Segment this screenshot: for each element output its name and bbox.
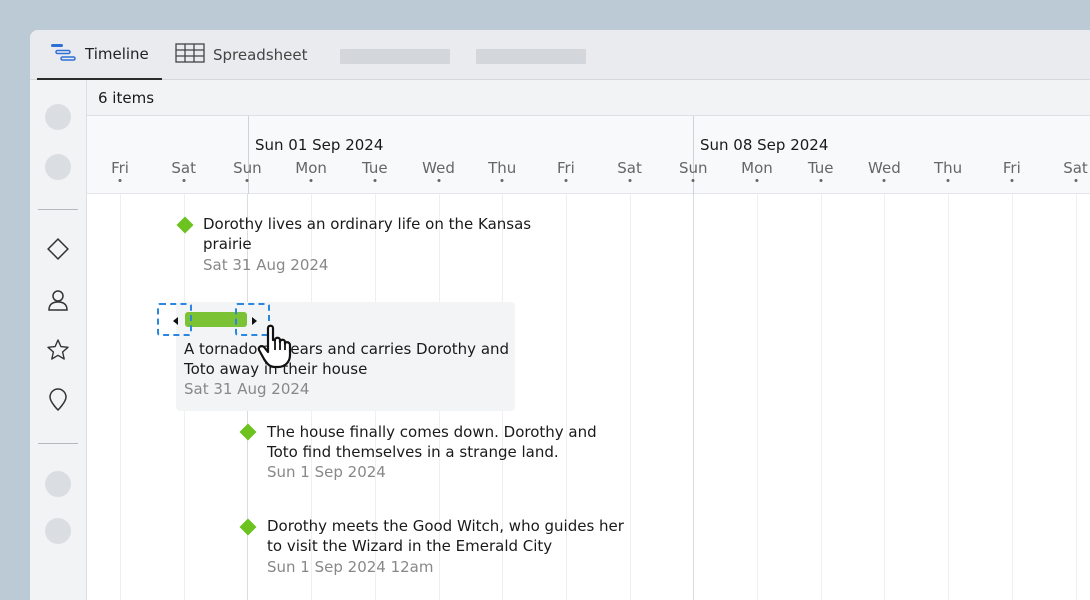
grid-line — [120, 194, 121, 600]
tab-timeline[interactable]: Timeline — [37, 30, 162, 80]
day-tick — [628, 179, 632, 182]
grid-line — [757, 194, 758, 600]
item-title[interactable]: The house finally comes down. Dorothy an… — [267, 422, 597, 462]
star-icon[interactable] — [46, 338, 70, 362]
day-label: Mon — [741, 159, 773, 177]
item-count-bar: 6 items — [87, 80, 1090, 116]
tab-timeline-label: Timeline — [85, 45, 149, 63]
day-label: Sat — [1063, 159, 1088, 177]
sidebar-placeholder-dot — [45, 471, 71, 497]
day-tick — [946, 179, 950, 182]
item-title[interactable]: Dorothy meets the Good Witch, who guides… — [267, 516, 624, 556]
grid-line — [884, 194, 886, 600]
tab-bar: Timeline Spreadsheet — [30, 30, 1090, 80]
grid-line — [1011, 194, 1013, 600]
grid-line — [1075, 194, 1077, 600]
day-tick — [691, 179, 695, 182]
item-title[interactable]: A tornado appears and carries Dorothy an… — [184, 339, 509, 379]
day-label: Fri — [111, 159, 129, 177]
day-label: Tue — [361, 159, 388, 177]
grid-line — [693, 194, 695, 600]
grid-line — [820, 194, 822, 600]
item-title[interactable]: Dorothy lives an ordinary life on the Ka… — [203, 214, 531, 254]
item-date: Sat 31 Aug 2024 — [203, 256, 329, 274]
grid-line — [629, 194, 631, 600]
day-tick — [182, 179, 186, 182]
day-label: Sun — [679, 159, 708, 177]
day-tick — [755, 179, 759, 182]
grid-line — [948, 194, 950, 600]
sidebar-placeholder-dot — [45, 154, 71, 180]
day-tick — [564, 179, 568, 182]
day-label: Fri — [1002, 159, 1021, 177]
day-label: Sat — [617, 159, 642, 177]
sidebar-divider — [38, 209, 78, 210]
item-date: Sat 31 Aug 2024 — [184, 380, 310, 398]
day-label: Fri — [556, 159, 575, 177]
timeline-header: Sun 01 Sep 2024 Sun 08 Sep 2024 Fri Sat Su… — [87, 116, 1090, 194]
day-tick — [309, 179, 313, 182]
sidebar-divider — [38, 443, 78, 444]
day-label: Thu — [934, 159, 963, 177]
tab-spreadsheet-label: Spreadsheet — [213, 46, 308, 64]
day-tick — [1074, 179, 1077, 182]
day-tick — [819, 179, 823, 182]
week-label: Sun 08 Sep 2024 — [700, 136, 829, 154]
left-arrow-icon — [173, 317, 178, 325]
week-label: Sun 01 Sep 2024 — [255, 136, 384, 154]
tab-spreadsheet[interactable]: Spreadsheet — [175, 30, 307, 80]
sidebar-placeholder-dot — [45, 518, 71, 544]
day-tick — [373, 179, 377, 182]
week-divider — [693, 116, 694, 194]
day-label: Tue — [807, 159, 834, 177]
week-divider — [248, 116, 249, 194]
sidebar-placeholder-dot — [45, 104, 71, 130]
day-tick — [245, 179, 249, 182]
day-label: Sun — [233, 159, 262, 177]
diamond-icon[interactable] — [46, 237, 70, 261]
spreadsheet-icon — [175, 43, 205, 67]
day-tick — [1010, 179, 1014, 182]
tab-placeholder — [340, 49, 450, 64]
day-label: Wed — [422, 159, 455, 177]
app-window: Timeline Spreadsheet 6 items Sun 01 Sep … — [30, 30, 1090, 600]
tab-placeholder — [476, 49, 586, 64]
resize-handle-left[interactable] — [157, 303, 192, 336]
timeline-icon — [49, 42, 77, 66]
day-label: Wed — [868, 159, 901, 177]
day-label: Mon — [295, 159, 327, 177]
location-pin-icon[interactable] — [46, 388, 70, 412]
item-count: 6 items — [98, 89, 155, 107]
day-tick — [500, 179, 504, 182]
item-date: Sun 1 Sep 2024 12am — [267, 558, 434, 576]
sidebar — [30, 80, 87, 600]
day-tick — [882, 179, 886, 182]
day-label: Thu — [488, 159, 517, 177]
day-tick — [118, 179, 122, 182]
item-date: Sun 1 Sep 2024 — [267, 463, 386, 481]
day-tick — [437, 179, 440, 182]
person-icon[interactable] — [46, 288, 70, 312]
hand-cursor-icon — [256, 322, 304, 370]
day-label: Sat — [171, 159, 196, 177]
